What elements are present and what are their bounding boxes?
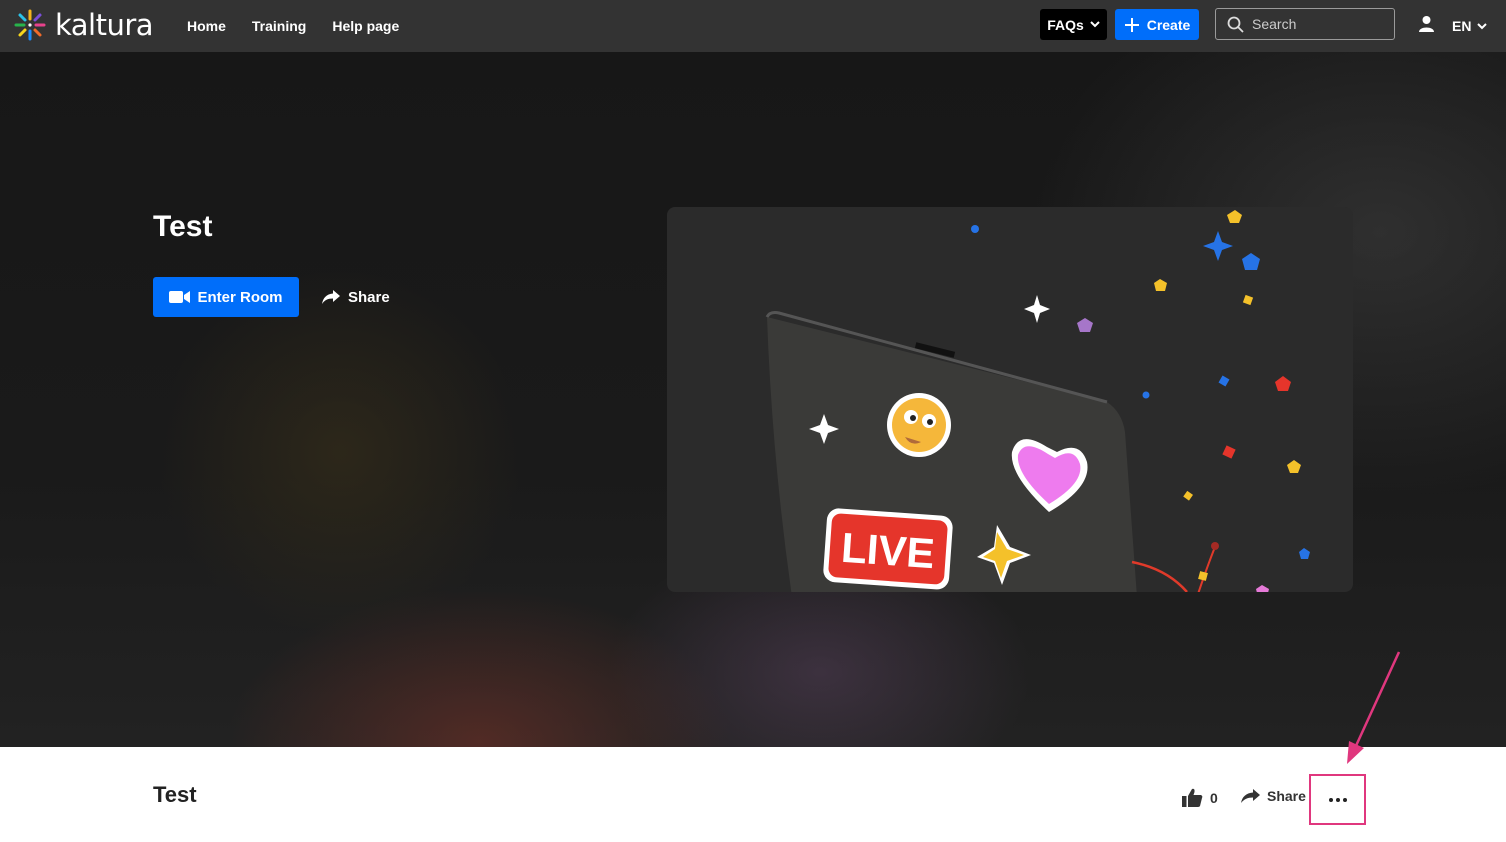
more-dots-icon [1328,797,1347,802]
create-button[interactable]: Create [1115,9,1199,40]
kaltura-logo[interactable]: kaltura [13,8,154,42]
user-menu-button[interactable] [1418,15,1435,38]
share-arrow-icon [322,289,340,304]
language-selector[interactable]: EN [1452,0,1488,52]
entry-title: Test [153,782,197,807]
nav-item-home[interactable]: Home [187,18,226,34]
thumbs-up-icon [1182,788,1203,807]
page-title: Test [153,210,213,243]
nav-item-training[interactable]: Training [252,18,306,34]
video-camera-icon [169,291,191,303]
entry-share-label: Share [1267,788,1306,804]
sparkle-shape [1024,295,1050,323]
user-icon [1419,16,1434,32]
faqs-dropdown-button[interactable]: FAQs [1040,9,1107,40]
language-label: EN [1452,18,1472,34]
search-icon [1227,16,1244,33]
entry-share-button[interactable]: Share [1241,788,1306,804]
search-input[interactable] [1252,16,1382,32]
kaltura-logo-icon [14,9,46,41]
nav-item-help-page[interactable]: Help page [332,18,399,34]
chevron-down-icon [1090,21,1100,28]
top-navigation-bar: kaltura Home Training Help page FAQs Cre… [0,0,1506,52]
enter-room-label: Enter Room [197,288,283,306]
search-box[interactable] [1215,8,1395,40]
like-button[interactable]: 0 [1182,788,1218,807]
thumbnail-illustration: LIVE [765,210,1310,592]
room-thumbnail: LIVE [667,207,1353,592]
hero-share-button[interactable]: Share [322,277,390,317]
chevron-down-icon [1477,22,1488,29]
live-badge-text: LIVE [840,524,936,577]
main-nav: Home Training Help page [187,0,399,52]
hero-share-label: Share [348,288,390,306]
enter-room-button[interactable]: Enter Room [153,277,299,317]
more-actions-button[interactable] [1309,774,1366,825]
kaltura-logo-text: kaltura [55,8,154,42]
share-arrow-icon [1241,788,1260,803]
plus-icon [1124,17,1139,32]
like-count: 0 [1210,789,1218,806]
hero-section: Test Enter Room Share LIVE [0,52,1506,747]
create-label: Create [1146,16,1191,33]
faqs-label: FAQs [1047,16,1084,33]
